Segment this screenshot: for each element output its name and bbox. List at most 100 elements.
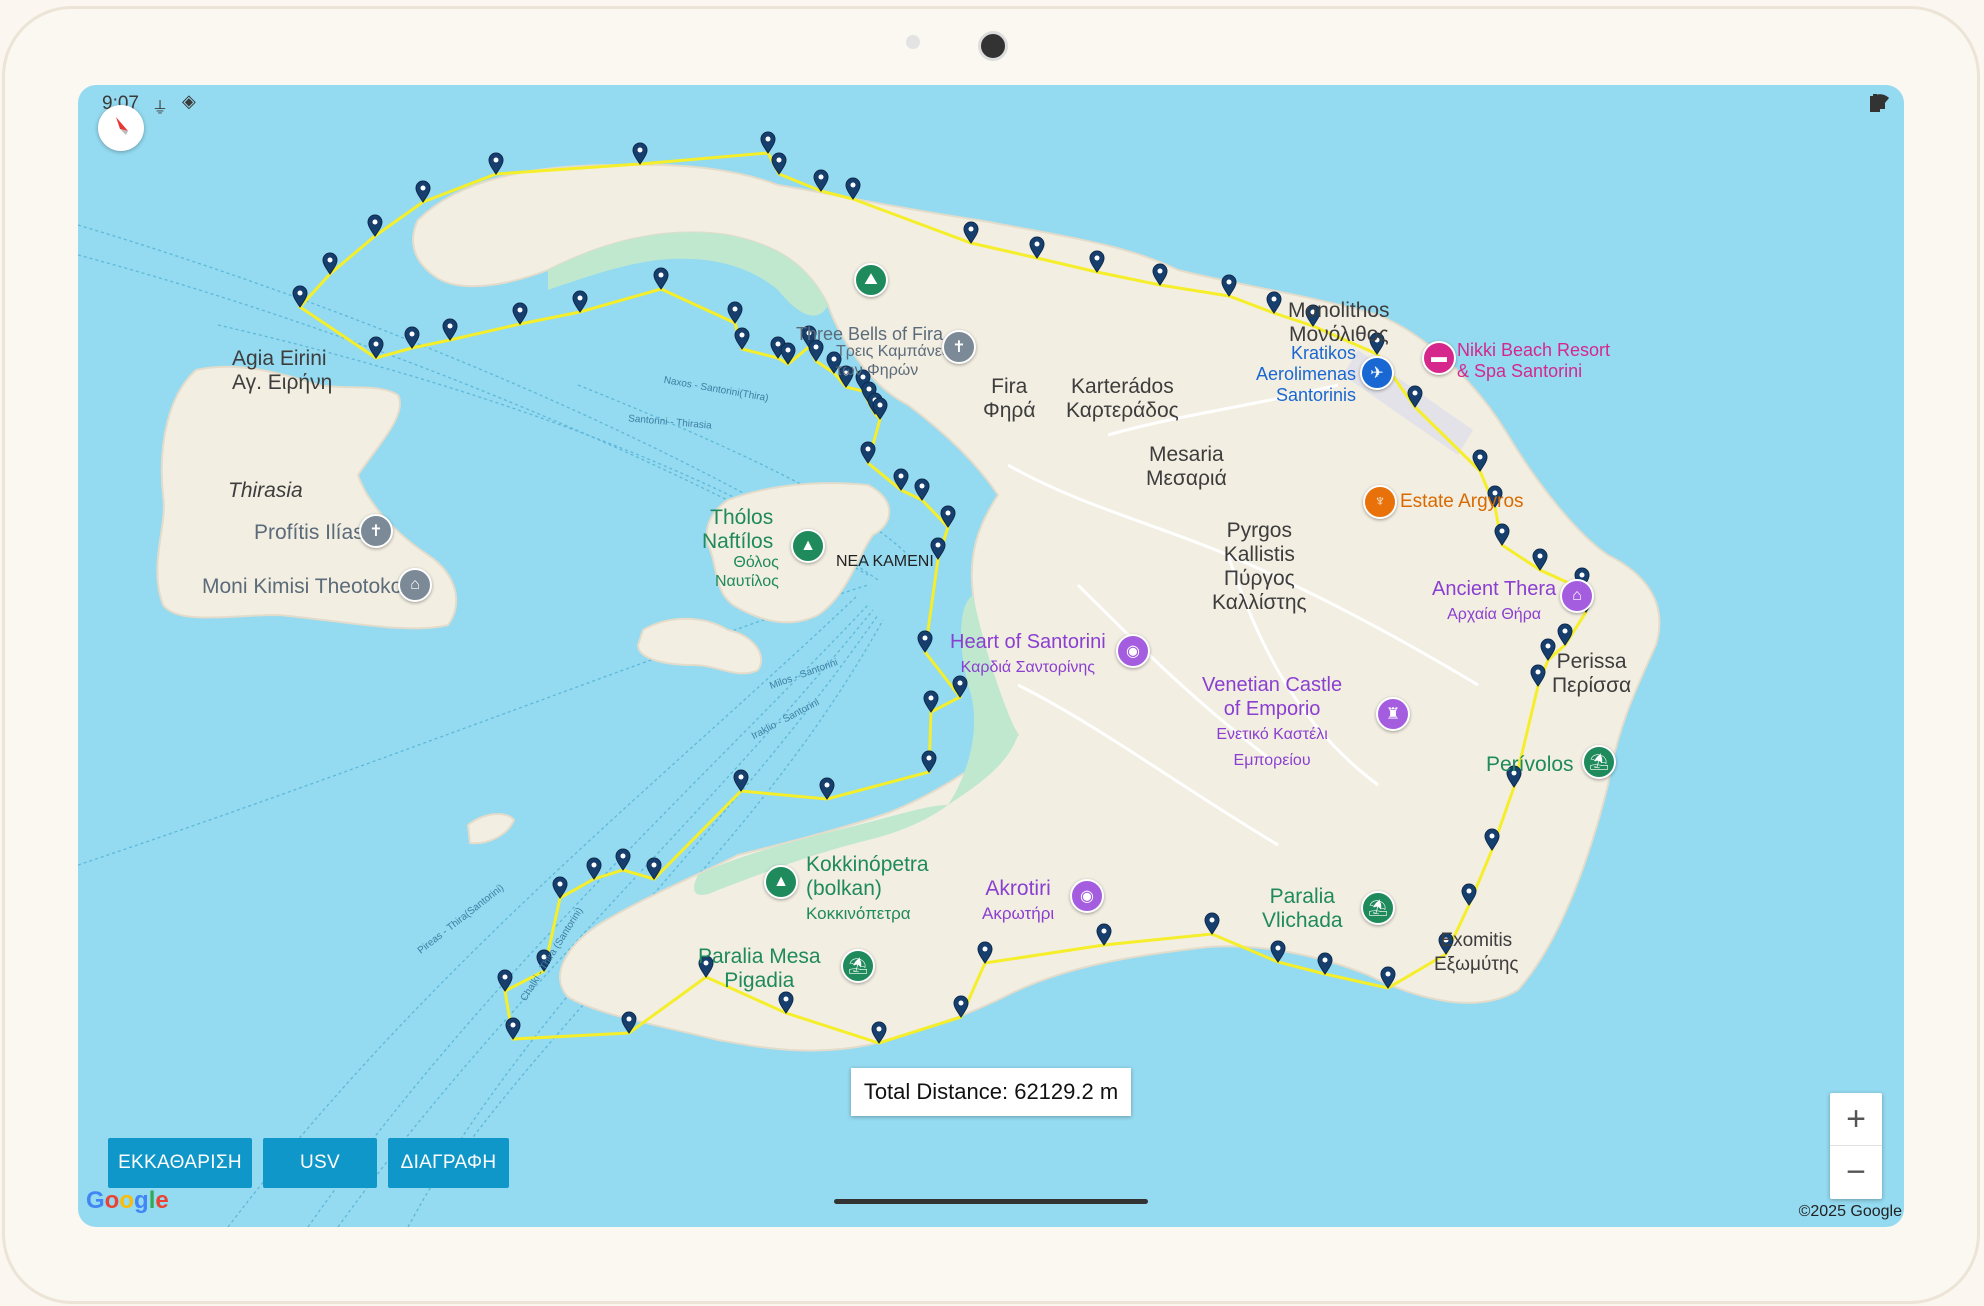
waypoint-marker-dot [626,1016,632,1022]
waypoint-marker[interactable] [442,318,458,341]
label-venetian-1: Venetian Castle [1202,674,1343,696]
gesture-bar[interactable] [834,1199,1148,1204]
waypoint-marker[interactable] [771,152,787,175]
waypoint-marker-dot [1545,643,1551,649]
church-icon[interactable]: ✝ [359,514,393,548]
waypoint-marker[interactable] [505,1017,521,1040]
waypoint-marker-dot [1385,971,1391,977]
waypoint-marker-dot [968,226,974,232]
waypoint-marker-dot [372,219,378,225]
beach-icon[interactable]: ⛱ [1582,745,1616,779]
label-nikki-1: Nikki Beach Resort [1457,340,1611,360]
label-kokkinopetra-1: Kokkinópetra [806,853,929,876]
akrotiri-camera-icon[interactable]: ◉ [1070,879,1104,913]
label-mesa-1: Paralia Mesa [698,945,821,968]
label-tholos-gr: Θόλος Ναυτίλος [715,553,779,591]
airport-icon[interactable]: ✈ [1360,356,1394,390]
label-exomitis: Exomitis Εξωμύτης [1434,929,1519,977]
waypoint-marker-dot [1271,296,1277,302]
label-ancient-thera-gr: Αρχαία Θήρα [1447,606,1542,623]
label-agia-eirini: Agia Eirini Αγ. Ειρήνη [232,347,332,395]
waypoint-marker[interactable] [512,302,528,325]
compass-button[interactable] [98,105,144,151]
waypoint-marker[interactable] [760,131,776,154]
zoom-out-button[interactable]: − [1830,1146,1882,1198]
hotel-icon[interactable]: ▬ [1422,341,1456,375]
waypoint-marker[interactable] [1317,952,1333,975]
zoom-in-button[interactable]: + [1830,1093,1882,1146]
label-mesa-2: Pigadia [724,969,795,992]
label-heart-1: Heart of Santorini [950,631,1106,653]
waypoint-marker[interactable] [733,769,749,792]
waypoint-marker-dot [866,386,872,392]
waypoint-marker-dot [637,147,643,153]
label-airport: Kratikos Aerolimenas Santorinis [1256,343,1356,406]
sensor-dot [906,35,920,49]
label-perissa-gr: Περίσσα [1552,674,1632,697]
label-airport-1: Kratikos [1291,343,1357,363]
mountain-icon[interactable]: ▲ [764,865,798,899]
delete-button[interactable]: ΔΙΑΓΡΑΦΗ [388,1138,509,1188]
label-tholos-gr-2: Ναυτίλος [715,573,779,590]
monastery-icon[interactable]: ⌂ [398,568,432,602]
waypoint-marker[interactable] [572,290,588,313]
waypoint-marker[interactable] [292,285,308,308]
label-tholos-gr-1: Θόλος [733,554,779,571]
waypoint-marker[interactable] [404,326,420,349]
waypoint-marker[interactable] [653,267,669,290]
label-moni-kimisi: Moni Kimisi Theotokou [202,575,415,598]
waypoint-marker-dot [877,402,883,408]
bell-church-icon[interactable]: ✝ [942,330,976,364]
map-screen[interactable]: 9:07 ⏚ ◈ Agia Eirini Αγ. Ειρήνη Thirasia … [78,85,1904,1227]
waypoint-marker[interactable] [819,777,835,800]
label-three-bells-gr: Τρεις Καμπάνες των Φηρών [836,342,950,380]
camera-icon[interactable]: ◉ [1116,634,1150,668]
label-fira: Fira Φηρά [983,375,1036,423]
waypoint-marker-dot [1579,572,1585,578]
label-naftilos-en: Naftílos [702,530,774,553]
waypoint-marker-dot [738,774,744,780]
waypoint-marker-dot [493,157,499,163]
mesa-beach-icon[interactable]: ⛱ [841,949,875,983]
label-perivolos: Perívolos [1486,753,1574,776]
waypoint-marker-dot [982,946,988,952]
waypoint-marker[interactable] [632,142,648,165]
waypoint-marker[interactable] [845,177,861,200]
vlichada-beach-icon[interactable]: ⛱ [1361,891,1395,925]
label-thirasia: Thirasia [228,479,303,502]
usv-button[interactable]: USV [263,1138,377,1188]
location-icon: ◈ [182,91,196,111]
winery-icon[interactable]: ♆ [1363,485,1397,519]
waypoint-marker[interactable] [921,750,937,773]
museum-icon[interactable]: ⌂ [1560,579,1594,613]
label-perissa-en: Perissa [1556,650,1627,673]
waypoint-marker[interactable] [917,630,933,653]
label-mesaria-en: Mesaria [1149,443,1224,466]
label-pyrgos-2: Kallistis [1223,543,1295,566]
waypoint-marker[interactable] [586,857,602,880]
waypoint-marker-dot [1101,928,1107,934]
label-nea-kameni: NEA KAMENI [836,553,934,570]
waypoint-marker-dot [447,323,453,329]
waypoint-marker[interactable] [488,152,504,175]
waypoint-marker[interactable] [734,327,750,350]
waypoint-marker-dot [658,272,664,278]
waypoint-marker[interactable] [860,441,876,464]
zoom-controls: + − [1830,1093,1882,1199]
waypoint-marker-dot [732,306,738,312]
label-venetian-3: Ενετικό Καστέλι [1216,726,1328,743]
waypoint-marker[interactable] [615,848,631,871]
clear-button[interactable]: ΕΚΚΑΘΑΡΙΣΗ [108,1138,252,1188]
waypoint-marker-dot [651,862,657,868]
label-profitis-ilias: Profítis Ilías [254,521,364,544]
hiking-icon[interactable]: ⛰ [854,263,888,297]
total-distance-label: Total Distance: 62129.2 m [851,1068,1131,1116]
label-perissa: Perissa Περίσσα [1552,650,1631,698]
label-fira-gr: Φηρά [983,399,1036,422]
mic-icon: ⏚ [152,100,169,117]
waypoint-marker-dot [1094,255,1100,261]
castle-icon[interactable]: ♜ [1376,697,1410,731]
label-exomitis-gr: Εξωμύτης [1434,954,1519,975]
volcano-icon[interactable]: ▲ [791,529,825,563]
aspronisi-island [466,813,516,845]
